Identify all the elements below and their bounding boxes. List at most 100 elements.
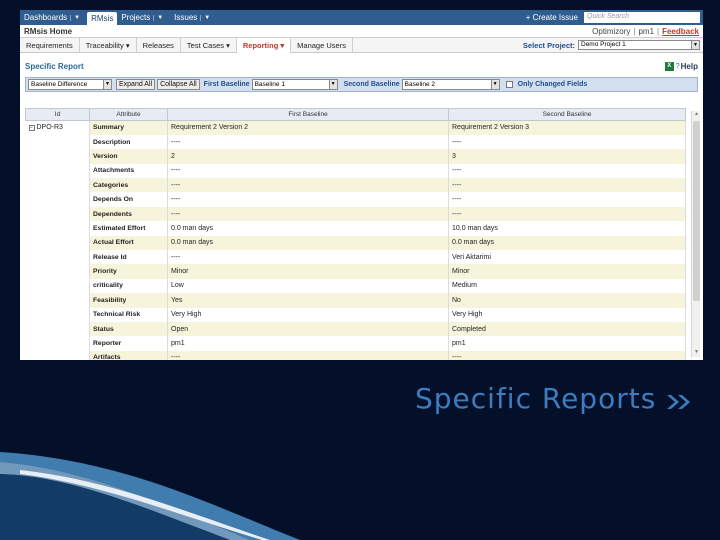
table-row[interactable]: Artifacts ---- ---- <box>25 350 686 360</box>
table-row[interactable]: criticality Low Medium <box>25 278 686 294</box>
column-header-attribute[interactable]: Attribute <box>89 108 168 121</box>
table-row[interactable]: Attachments ---- ---- <box>25 163 686 179</box>
scroll-down-icon[interactable]: ▼ <box>692 349 701 357</box>
tab-test-cases[interactable]: Test Cases ▾ <box>181 37 237 53</box>
excel-export-icon[interactable]: X <box>664 62 674 71</box>
attribute-cell: Feasibility <box>89 293 168 308</box>
chevron-down-icon[interactable]: ▼ <box>200 14 213 21</box>
quick-search-input[interactable]: Quick Search <box>584 12 700 23</box>
attribute-cell: Attachments <box>89 163 168 179</box>
chevron-down-icon[interactable]: ▼ <box>70 14 83 21</box>
table-row[interactable]: Release Id ---- Veri Aktarimi <box>25 250 686 265</box>
table-row[interactable]: Status Open Completed <box>25 321 686 337</box>
report-title-bar: Specific Report X ? Help <box>20 58 703 75</box>
vertical-scrollbar[interactable]: ▲ ▼ <box>691 111 700 357</box>
optimizory-link[interactable]: Optimizory <box>592 27 630 36</box>
table-header-row: Id Attribute First Baseline Second Basel… <box>25 108 686 121</box>
collapse-all-button[interactable]: Collapse All <box>157 79 200 90</box>
id-cell <box>25 221 90 236</box>
tab-releases[interactable]: Releases <box>137 37 181 53</box>
second-baseline-select[interactable]: Baseline 2 ▼ <box>401 79 500 90</box>
chevron-down-icon[interactable]: ▼ <box>153 14 166 21</box>
tab-requirements[interactable]: Requirements <box>20 37 80 53</box>
attribute-cell: Description <box>89 134 168 150</box>
table-row[interactable]: Depends On ---- ---- <box>25 192 686 207</box>
tab-reporting[interactable]: Reporting ▾ <box>236 37 292 53</box>
dropdown-arrow-icon[interactable]: ▼ <box>490 80 499 89</box>
id-cell: − DPO-R3 <box>25 120 90 135</box>
caret-down-icon: ▾ <box>280 40 285 50</box>
attribute-cell: Estimated Effort <box>89 221 168 236</box>
first-baseline-cell: 2 <box>167 149 449 164</box>
top-navigation-bar: Dashboards ▼ RMsis Projects ▼ Issues ▼ + Cr… <box>20 10 703 25</box>
second-baseline-cell: 0.0 man days <box>448 235 686 251</box>
attribute-cell: Priority <box>89 264 168 279</box>
table-row[interactable]: Dependents ---- ---- <box>25 206 686 222</box>
first-baseline-cell: ---- <box>167 250 449 265</box>
first-baseline-cell: Yes <box>167 293 449 308</box>
user-link[interactable]: pm1 <box>638 27 654 36</box>
first-baseline-select[interactable]: Baseline 1 ▼ <box>251 79 338 90</box>
scroll-up-icon[interactable]: ▲ <box>692 111 701 119</box>
second-baseline-cell: ---- <box>448 178 686 193</box>
attribute-cell: Dependents <box>89 206 168 222</box>
id-cell <box>25 336 90 351</box>
column-header-second-baseline[interactable]: Second Baseline <box>448 108 686 121</box>
baseline-diff-table: Id Attribute First Baseline Second Basel… <box>25 108 686 360</box>
rmsis-home-title: RMsis Home <box>24 26 73 36</box>
collapse-icon[interactable]: − <box>28 124 35 131</box>
project-select[interactable]: Demo Project 1 ▼ <box>578 40 700 50</box>
dropdown-arrow-icon[interactable]: ▼ <box>328 80 337 89</box>
nav-issues[interactable]: Issues ▼ <box>170 10 217 25</box>
table-row[interactable]: Actual Effort 0.0 man days 0.0 man days <box>25 235 686 251</box>
column-header-first-baseline[interactable]: First Baseline <box>167 108 449 121</box>
table-row[interactable]: Feasibility Yes No <box>25 293 686 308</box>
nav-dashboards[interactable]: Dashboards ▼ <box>20 10 87 25</box>
first-baseline-cell: Very High <box>167 307 449 322</box>
expand-all-button[interactable]: Expand All <box>116 79 156 90</box>
report-toolbar: Baseline Difference ▼ Expand All Collapse… <box>25 77 698 92</box>
table-row[interactable]: Description ---- ---- <box>25 134 686 150</box>
dropdown-arrow-icon[interactable]: ▼ <box>691 41 699 49</box>
second-baseline-cell: Minor <box>448 264 686 279</box>
first-baseline-cell: ---- <box>167 134 449 150</box>
help-icon[interactable]: ? <box>676 63 680 70</box>
attribute-cell: Artifacts <box>89 350 168 360</box>
id-cell <box>25 350 90 360</box>
create-issue-link[interactable]: + Create Issue <box>520 13 584 22</box>
scrollbar-thumb[interactable] <box>693 121 700 301</box>
feedback-link[interactable]: Feedback <box>662 27 699 36</box>
only-changed-checkbox[interactable] <box>505 81 513 88</box>
second-baseline-cell: ---- <box>448 350 686 360</box>
table-row[interactable]: Reporter pm1 pm1 <box>25 336 686 351</box>
table-row[interactable]: Categories ---- ---- <box>25 178 686 193</box>
double-chevron-right-icon <box>667 395 690 409</box>
id-cell <box>25 192 90 207</box>
tab-manage-users[interactable]: Manage Users <box>291 37 353 53</box>
attribute-cell: Version <box>89 149 168 164</box>
tab-traceability[interactable]: Traceability ▾ <box>80 37 137 53</box>
attribute-cell: Status <box>89 321 168 337</box>
nav-projects[interactable]: Projects ▼ <box>117 10 170 25</box>
module-tabs: Requirements Traceability ▾ Releases Tes… <box>20 37 703 53</box>
help-link[interactable]: Help <box>681 62 698 71</box>
nav-rmsis[interactable]: RMsis <box>87 12 118 25</box>
dropdown-arrow-icon[interactable]: ▼ <box>103 80 111 89</box>
first-baseline-label: First Baseline <box>203 81 250 88</box>
table-row[interactable]: Estimated Effort 0.0 man days 10.0 man day… <box>25 221 686 236</box>
table-row[interactable]: Priority Minor Minor <box>25 264 686 279</box>
first-baseline-cell: 0.0 man days <box>167 235 449 251</box>
table-row[interactable]: Version 2 3 <box>25 149 686 164</box>
column-header-id[interactable]: Id <box>25 108 90 121</box>
second-baseline-label: Second Baseline <box>343 81 400 88</box>
first-baseline-cell: ---- <box>167 206 449 222</box>
attribute-cell: Depends On <box>89 192 168 207</box>
first-baseline-cell: Low <box>167 278 449 294</box>
table-row[interactable]: − DPO-R3 Summary Requirement 2 Version 2 Req… <box>25 120 686 135</box>
decorative-swoosh <box>0 452 300 540</box>
table-row[interactable]: Technical Risk Very High Very High <box>25 307 686 322</box>
report-type-select[interactable]: Baseline Difference ▼ <box>28 79 112 90</box>
second-baseline-cell: 3 <box>448 149 686 164</box>
id-cell <box>25 206 90 222</box>
first-baseline-cell: ---- <box>167 163 449 179</box>
